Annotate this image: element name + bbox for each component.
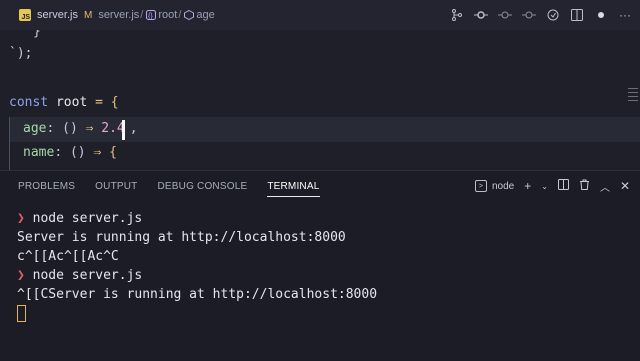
- property-symbol-icon: [184, 10, 195, 20]
- breadcrumb-object[interactable]: root: [158, 9, 177, 21]
- editor-tab-filename[interactable]: server.js: [37, 9, 78, 21]
- chevron-down-icon[interactable]: ⌄: [541, 182, 548, 191]
- timeline-icon[interactable]: [498, 8, 512, 22]
- more-icon[interactable]: ···: [618, 8, 632, 22]
- breadcrumb-file[interactable]: server.js: [98, 9, 139, 21]
- editor-toolbar: ···: [450, 0, 632, 30]
- go-live-icon[interactable]: [546, 8, 560, 22]
- tab-terminal[interactable]: TERMINAL: [267, 171, 320, 201]
- terminal-name: node: [491, 180, 515, 192]
- split-editor-icon[interactable]: [570, 8, 584, 22]
- bottom-panel: PROBLEMS OUTPUT DEBUG CONSOLE TERMINAL >…: [0, 170, 640, 361]
- tab-output[interactable]: OUTPUT: [95, 171, 137, 201]
- close-icon[interactable]: ✕: [620, 179, 630, 193]
- code-line: }: [33, 30, 41, 39]
- terminal-line: c^[[Ac^[[Ac^C: [17, 249, 119, 264]
- breadcrumb-separator: /: [140, 9, 144, 21]
- source-control-icon[interactable]: [450, 8, 464, 22]
- object-symbol-icon: {}: [146, 10, 157, 20]
- terminal-icon: >: [474, 180, 487, 192]
- code-line: const root = {: [9, 95, 119, 110]
- compare-icon[interactable]: [522, 8, 536, 22]
- modified-indicator: M: [83, 9, 93, 21]
- terminal-line: ❯ node server.js: [17, 211, 143, 226]
- code-line: name: () ⇒ {: [23, 145, 117, 160]
- text-cursor: [122, 120, 125, 140]
- terminal-line: Server is running at http://localhost:80…: [17, 230, 346, 245]
- terminal-selector[interactable]: > node: [474, 180, 515, 192]
- terminal-line: ^[[CServer is running at http://localhos…: [17, 287, 378, 302]
- split-terminal-icon[interactable]: [557, 179, 569, 193]
- terminal-cursor: [17, 305, 26, 322]
- terminal-line: ❯ node server.js: [17, 268, 143, 283]
- minimap-scrollbar[interactable]: [628, 88, 638, 104]
- breadcrumb-property[interactable]: age: [196, 9, 214, 21]
- code-line: age: () ⇒ 2.4,: [23, 121, 138, 136]
- breadcrumb: JS server.js M server.js / {} root / age: [0, 9, 215, 21]
- terminal-line: [17, 304, 377, 323]
- unsaved-dot-icon[interactable]: [594, 8, 608, 22]
- editor-breadcrumb-bar: JS server.js M server.js / {} root / age: [0, 0, 640, 30]
- breadcrumb-separator: /: [178, 9, 182, 21]
- svg-text:{}: {}: [148, 13, 153, 20]
- maximize-panel-icon[interactable]: ︿: [600, 179, 610, 194]
- new-terminal-icon[interactable]: +: [524, 179, 531, 193]
- tab-debug-console[interactable]: DEBUG CONSOLE: [157, 171, 247, 201]
- code-line: `);: [9, 46, 33, 61]
- panel-tabs: PROBLEMS OUTPUT DEBUG CONSOLE TERMINAL: [0, 171, 340, 201]
- javascript-file-icon: JS: [19, 9, 31, 21]
- trash-icon[interactable]: [579, 179, 590, 193]
- panel-actions: > node + ⌄ ︿ ✕: [474, 171, 630, 201]
- terminal-output[interactable]: ❯ node server.js Server is running at ht…: [17, 209, 377, 323]
- indent-guide: [9, 117, 10, 170]
- git-commit-icon[interactable]: [474, 8, 488, 22]
- tab-problems[interactable]: PROBLEMS: [18, 171, 75, 201]
- code-editor[interactable]: } `); const root = { age: () ⇒ 2.4, name…: [0, 30, 640, 170]
